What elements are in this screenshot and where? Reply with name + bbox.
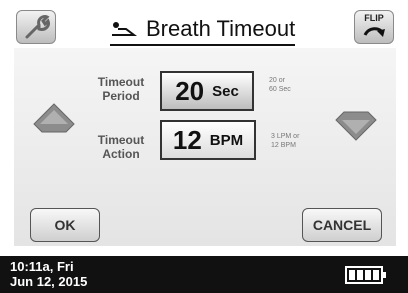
page-title: Breath Timeout: [110, 16, 296, 46]
timeout-action-value: 12: [172, 124, 202, 155]
settings-panel: Timeout Period 20 Sec 20 or 60 Sec Timeo…: [14, 48, 396, 246]
arrow-down-icon[interactable]: [332, 98, 380, 146]
timeout-period-hint: 20 or 60 Sec: [269, 77, 291, 93]
cancel-button[interactable]: CANCEL: [302, 208, 382, 242]
timeout-period-value: 20: [175, 75, 205, 106]
timeout-action-unit: BPM: [209, 131, 244, 149]
wrench-icon: [25, 15, 50, 39]
device-screen: Breath Timeout FLIP Timeout Period 20 Se…: [0, 0, 408, 293]
timeout-period-label: Timeout Period: [97, 75, 145, 103]
page-title-text: Breath Timeout: [146, 16, 296, 41]
timeout-period-field[interactable]: 20 Sec: [160, 71, 254, 111]
timeout-action-field[interactable]: 12 BPM: [160, 120, 256, 160]
battery-icon: [345, 266, 386, 284]
timeout-action-label: Timeout Action: [97, 133, 145, 161]
status-bar: 10:11a, Fri Jun 12, 2015: [0, 256, 408, 293]
patient-icon: [112, 22, 137, 36]
status-date: Jun 12, 2015: [10, 274, 88, 289]
flip-arrow-icon: [363, 27, 385, 37]
flip-button[interactable]: FLIP: [354, 10, 394, 44]
status-datetime: 10:11a, Fri Jun 12, 2015: [10, 259, 87, 289]
ok-button[interactable]: OK: [30, 208, 100, 242]
arrow-up-icon[interactable]: [30, 98, 78, 146]
settings-button[interactable]: [16, 10, 56, 44]
timeout-action-hint: 3 LPM or 12 BPM: [271, 133, 300, 149]
timeout-period-unit: Sec: [212, 82, 239, 100]
title-bar: Breath Timeout FLIP: [0, 0, 408, 46]
status-time-day: 10:11a, Fri: [10, 259, 74, 274]
